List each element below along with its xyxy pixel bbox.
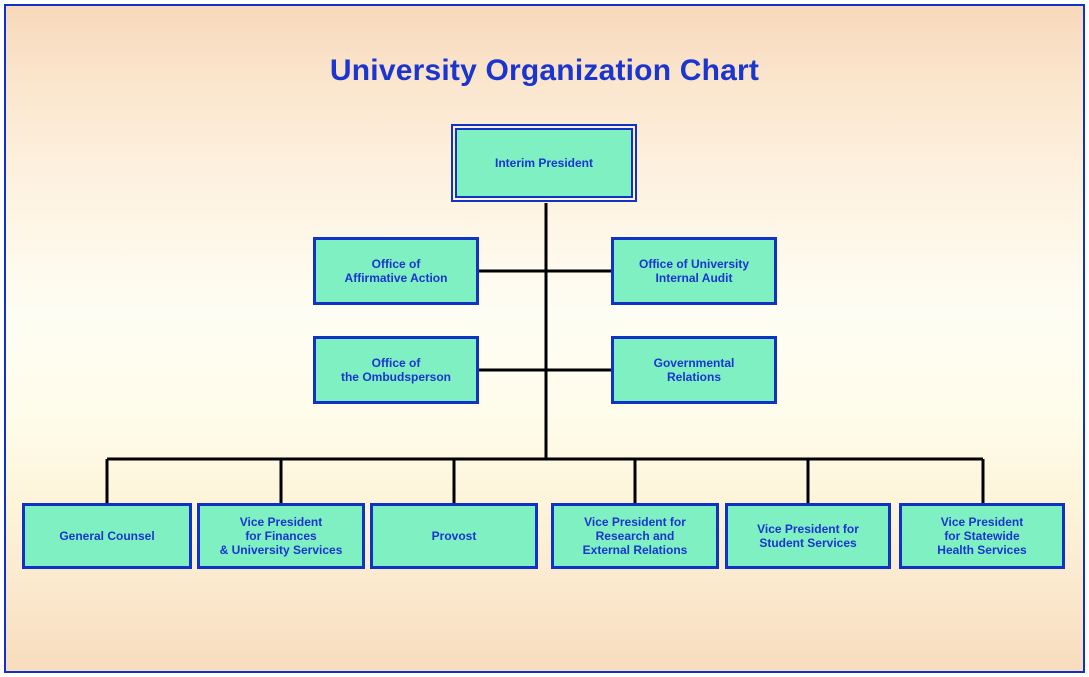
org-node-label: Governmental Relations xyxy=(653,356,735,384)
connector-lines xyxy=(105,203,985,504)
org-node-interim-president[interactable]: Interim President xyxy=(451,124,637,202)
org-node-general-counsel[interactable]: General Counsel xyxy=(22,503,192,569)
org-node-office-of-university-internal-audit[interactable]: Office of University Internal Audit xyxy=(611,237,777,305)
org-node-office-of-affirmative-action[interactable]: Office of Affirmative Action xyxy=(313,237,479,305)
org-node-label: Vice President for Statewide Health Serv… xyxy=(937,515,1027,557)
org-node-vice-president-for-finances-and-university-services[interactable]: Vice President for Finances & University… xyxy=(197,503,365,569)
org-node-label: General Counsel xyxy=(59,529,155,543)
org-node-provost[interactable]: Provost xyxy=(370,503,538,569)
org-node-vice-president-for-research-and-external-relations[interactable]: Vice President for Research and External… xyxy=(551,503,719,569)
org-node-governmental-relations[interactable]: Governmental Relations xyxy=(611,336,777,404)
org-node-label: Vice President for Finances & University… xyxy=(219,515,343,557)
org-node-label: Vice President for Research and External… xyxy=(582,515,688,557)
org-node-label: Office of Affirmative Action xyxy=(344,257,448,285)
org-node-label: Office of the Ombudsperson xyxy=(340,356,451,384)
org-node-label: Provost xyxy=(431,529,477,543)
org-chart-page: University Organization Chart Interim Pr… xyxy=(0,0,1089,677)
org-node-vice-president-for-student-services[interactable]: Vice President for Student Services xyxy=(725,503,891,569)
org-node-vice-president-for-statewide-health-services[interactable]: Vice President for Statewide Health Serv… xyxy=(899,503,1065,569)
org-node-label: Office of University Internal Audit xyxy=(638,257,750,285)
org-node-office-of-the-ombudsperson[interactable]: Office of the Ombudsperson xyxy=(313,336,479,404)
org-node-label: Interim President xyxy=(494,156,594,170)
org-node-label: Vice President for Student Services xyxy=(757,522,859,550)
